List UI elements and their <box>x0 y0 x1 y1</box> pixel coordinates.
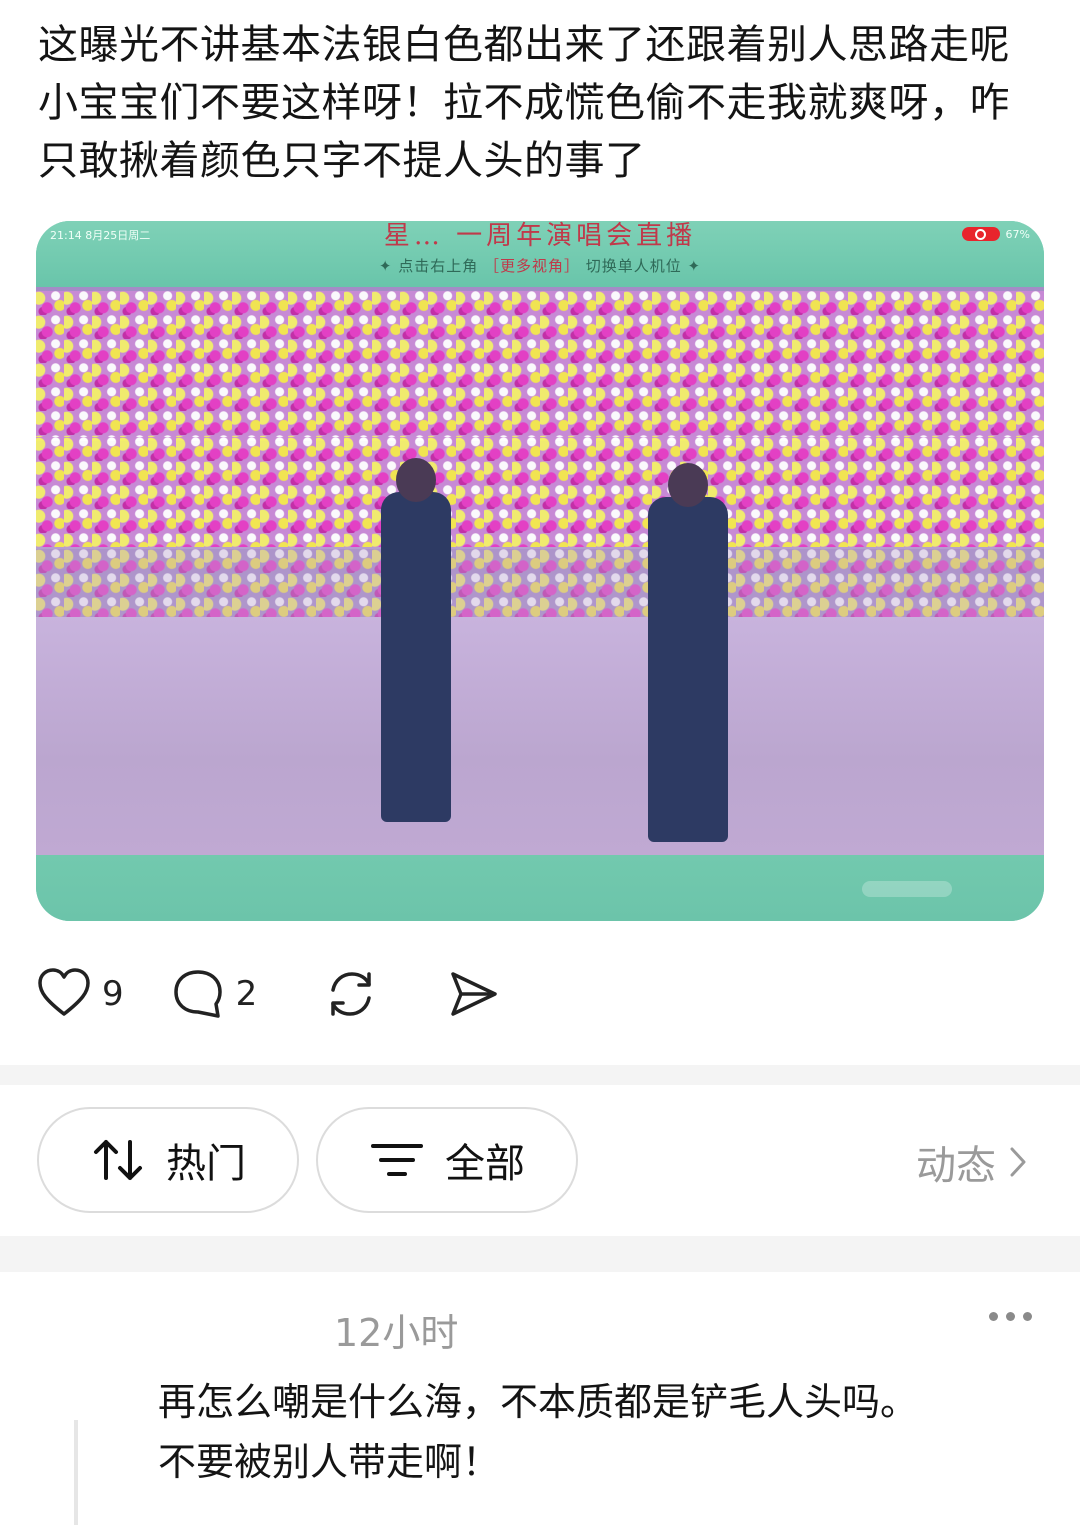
filter-all-button[interactable]: 全部 <box>316 1107 578 1213</box>
performer-left <box>381 458 451 822</box>
banner-sub-prefix: ✦ 点击右上角 <box>378 257 479 275</box>
share-button[interactable] <box>445 966 501 1022</box>
banner-sub-suffix: 切换单人机位 ✦ <box>585 257 702 275</box>
crowd-lights-lower <box>36 549 1044 619</box>
section-divider <box>0 1065 1080 1085</box>
comment-time: 12小时 <box>334 1311 459 1355</box>
like-button[interactable]: 9 <box>36 966 124 1022</box>
dynamic-label: 动态 <box>916 1143 996 1189</box>
watermark <box>862 881 952 897</box>
comment-text: 再怎么嘲是什么海，不本质都是铲毛人头吗。 不要被别人带走啊！ <box>158 1372 1058 1492</box>
post-text: 这曝光不讲基本法银白色都出来了还跟着别人思路走呢 小宝宝们不要这样呀！拉不成慌色… <box>38 22 1010 184</box>
like-count: 9 <box>102 974 124 1014</box>
post-actions: 9 2 <box>36 962 547 1026</box>
stage-floor <box>36 617 1044 855</box>
comment-filter-bar: 热门 全部 动态 <box>0 1085 1080 1235</box>
sort-hot-label: 热门 <box>166 1141 246 1187</box>
performer-right <box>648 463 728 842</box>
heart-icon <box>38 968 90 1016</box>
filter-lines-icon <box>371 1144 423 1176</box>
comment-count: 2 <box>235 974 258 1014</box>
comment-button[interactable]: 2 <box>170 966 258 1022</box>
comment-line-1: 再怎么嘲是什么海，不本质都是铲毛人头吗。 <box>158 1380 919 1424</box>
sort-arrows-icon <box>94 1140 142 1180</box>
sort-hot-button[interactable]: 热门 <box>37 1107 299 1213</box>
comment-line-2: 不要被别人带走啊！ <box>158 1440 501 1484</box>
crowd-lights-middle <box>36 437 1044 547</box>
banner-subtitle: ✦ 点击右上角 ［更多视角］ 切换单人机位 ✦ <box>36 255 1044 276</box>
repost-button[interactable] <box>323 966 379 1022</box>
share-icon <box>451 972 498 1016</box>
crowd-lights-upper <box>36 291 1044 441</box>
filter-all-label: 全部 <box>445 1141 525 1187</box>
banner-sub-highlight: ［更多视角］ <box>483 257 580 275</box>
section-divider <box>0 1236 1080 1272</box>
post-image[interactable]: 21:14 8月25日周二 67% 星… 一周年演唱会直播 ✦ 点击右上角 ［更… <box>36 221 1044 921</box>
comment-item: 12小时 再怎么嘲是什么海，不本质都是铲毛人头吗。 不要被别人带走啊！ <box>0 1272 1080 1525</box>
chevron-right-icon <box>1010 1147 1026 1177</box>
repost-icon <box>331 972 372 1016</box>
more-options-icon[interactable] <box>989 1312 1032 1321</box>
comment-icon <box>173 970 222 1018</box>
video-top-banner: 21:14 8月25日周二 67% 星… 一周年演唱会直播 ✦ 点击右上角 ［更… <box>36 221 1044 287</box>
dynamic-link[interactable]: 动态 <box>916 1133 1028 1191</box>
thread-line <box>74 1420 78 1525</box>
concert-stage-photo <box>36 287 1044 855</box>
banner-title: 星… 一周年演唱会直播 <box>383 221 697 251</box>
